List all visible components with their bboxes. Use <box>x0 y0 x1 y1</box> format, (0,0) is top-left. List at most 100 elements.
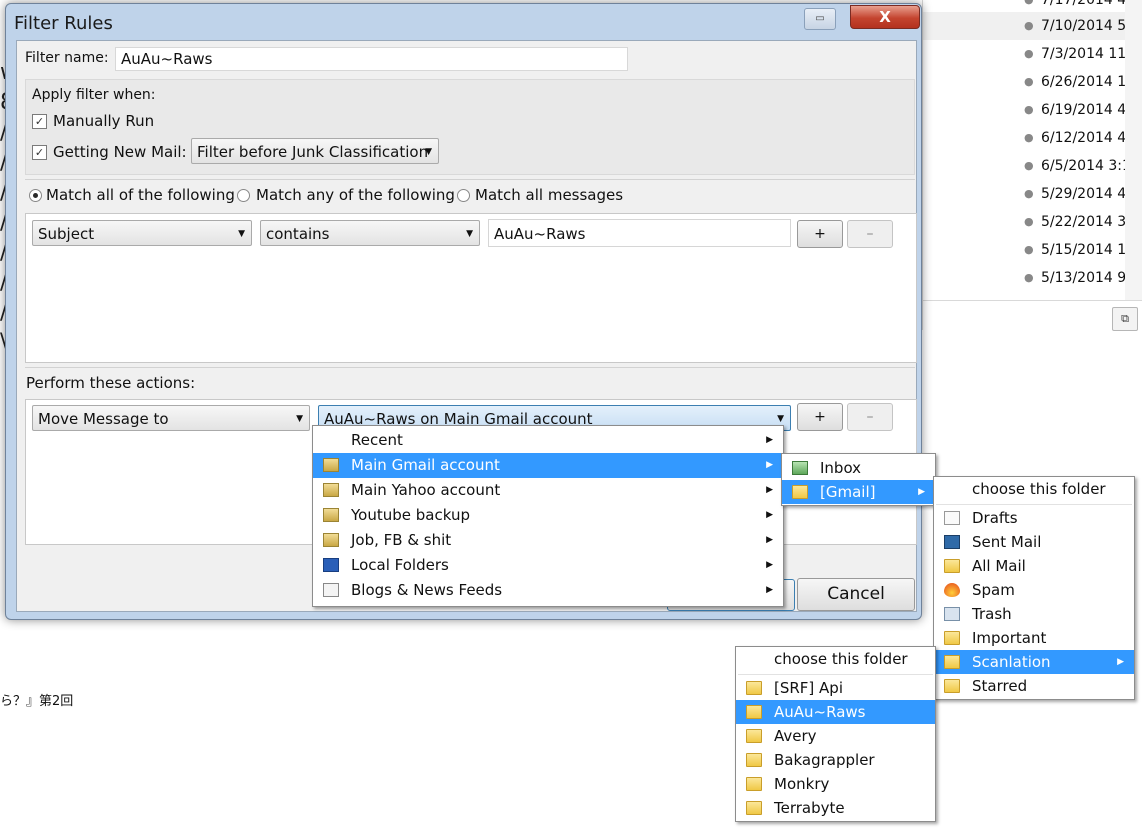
match-any-radio[interactable] <box>237 189 250 202</box>
vertical-scrollbar[interactable] <box>1125 0 1142 300</box>
cancel-button[interactable]: Cancel <box>797 578 915 611</box>
scanlation-folder-item-monkry[interactable]: Monkry <box>736 772 935 796</box>
inbox-icon <box>792 461 808 475</box>
message-row[interactable]: ● 5/22/2014 3:21 <box>923 208 1142 236</box>
accounts-menu-item-job-fb-shit[interactable]: Job, FB & shit ▶ <box>313 528 783 553</box>
chevron-down-icon: ▼ <box>296 414 303 424</box>
scanlation-folder-item-srf-api[interactable]: [SRF] Api <box>736 676 935 700</box>
message-row[interactable]: ● 6/5/2014 3:16 <box>923 152 1142 180</box>
submenu-arrow-icon: ▶ <box>766 510 773 520</box>
apply-filter-label: Apply filter when: <box>32 87 156 103</box>
divider <box>25 179 915 180</box>
menu-item-label: Sent Mail <box>972 533 1042 551</box>
rule-value-input[interactable]: AuAu~Raws <box>488 219 791 247</box>
add-rule-button[interactable]: + <box>797 220 843 248</box>
rules-list: Subject ▼ contains ▼ AuAu~Raws + – <box>25 213 917 363</box>
menu-item-label: Important <box>972 629 1047 647</box>
read-status-icon: ● <box>1024 19 1034 32</box>
accounts-menu-item-blogs-news-feeds[interactable]: Blogs & News Feeds ▶ <box>313 578 783 603</box>
gmail-menu-item-gmail[interactable]: [Gmail] ▶ <box>782 480 935 504</box>
filter-name-input[interactable]: AuAu~Raws <box>115 47 628 71</box>
menu-item-label: Blogs & News Feeds <box>351 581 503 599</box>
gmail-folder-item-trash[interactable]: Trash <box>934 602 1134 626</box>
folder-icon <box>944 559 960 573</box>
getting-new-mail-checkbox[interactable]: ✓ <box>32 145 47 160</box>
remove-action-button[interactable]: – <box>847 403 893 431</box>
popout-icon[interactable]: ⧉ <box>1112 307 1138 331</box>
read-status-icon: ● <box>1024 159 1034 172</box>
choose-this-folder-item[interactable]: choose this folder <box>736 647 935 672</box>
actions-label: Perform these actions: <box>26 374 196 392</box>
divider <box>922 300 1142 301</box>
scanlation-folder-item-auau-raws[interactable]: AuAu~Raws <box>736 700 935 724</box>
accounts-menu-item-youtube-backup[interactable]: Youtube backup ▶ <box>313 503 783 528</box>
account-icon <box>323 483 339 497</box>
apply-filter-group: Apply filter when: ✓ Manually Run ✓ Gett… <box>25 79 915 175</box>
remove-rule-button[interactable]: – <box>847 220 893 248</box>
accounts-menu-item-main-gmail-account[interactable]: Main Gmail account ▶ <box>313 453 783 478</box>
submenu-arrow-icon: ▶ <box>766 485 773 495</box>
message-row[interactable]: ● 5/15/2014 1:19 <box>923 236 1142 264</box>
accounts-menu-item-recent[interactable]: Recent ▶ <box>313 428 783 453</box>
gmail-menu-item-inbox[interactable]: Inbox <box>782 456 935 480</box>
feed-icon <box>323 583 339 597</box>
gmail-folder-item-drafts[interactable]: Drafts <box>934 506 1134 530</box>
gmail-folder-item-scanlation[interactable]: Scanlation ▶ <box>934 650 1134 674</box>
gmail-folder-item-starred[interactable]: Starred <box>934 674 1134 698</box>
message-row[interactable]: ● 6/19/2014 4:15 <box>923 96 1142 124</box>
submenu-arrow-icon: ▶ <box>766 460 773 470</box>
choose-this-folder-item[interactable]: choose this folder <box>934 477 1134 502</box>
match-all-radio[interactable] <box>29 189 42 202</box>
gmail-folders-menu: choose this folder Drafts Sent Mail All Mai… <box>933 476 1135 700</box>
folder-icon <box>746 681 762 695</box>
manually-run-checkbox[interactable]: ✓ <box>32 114 47 129</box>
scanlation-menu: choose this folder [SRF] Api AuAu~Raws Aver… <box>735 646 936 822</box>
menu-item-label: [SRF] Api <box>774 679 843 697</box>
rule-field-value: Subject <box>38 225 95 243</box>
scanlation-folder-item-avery[interactable]: Avery <box>736 724 935 748</box>
menu-item-label: Youtube backup <box>351 506 470 524</box>
menu-item-label: [Gmail] <box>820 483 876 501</box>
message-row[interactable]: ● 7/10/2014 5:38 <box>923 12 1142 40</box>
menu-item-label: Bakagrappler <box>774 751 875 769</box>
rule-field-select[interactable]: Subject ▼ <box>32 220 252 246</box>
accounts-menu-item-main-yahoo-account[interactable]: Main Yahoo account ▶ <box>313 478 783 503</box>
message-row[interactable]: ● 6/26/2014 10:4 <box>923 68 1142 96</box>
menu-item-label: Local Folders <box>351 556 449 574</box>
submenu-arrow-icon: ▶ <box>766 585 773 595</box>
rule-operator-value: contains <box>266 225 330 243</box>
window-title: Filter Rules <box>14 13 113 34</box>
gmail-folder-item-spam[interactable]: Spam <box>934 578 1134 602</box>
match-all-messages-label: Match all messages <box>475 186 624 204</box>
match-all-messages-radio[interactable] <box>457 189 470 202</box>
read-status-icon: ● <box>1024 103 1034 116</box>
trash-icon <box>944 607 960 621</box>
junk-timing-select[interactable]: Filter before Junk Classification ▼ <box>191 138 439 164</box>
restore-window-button[interactable]: ▭ <box>804 8 836 30</box>
message-row[interactable]: ● 7/3/2014 11:13 <box>923 40 1142 68</box>
background-text-fragment: ら？』第2回 <box>0 694 74 709</box>
menu-separator <box>936 504 1132 505</box>
menu-item-label: Main Gmail account <box>351 456 500 474</box>
read-status-icon: ● <box>1024 187 1034 200</box>
message-row[interactable]: ● 5/13/2014 9:49 <box>923 264 1142 292</box>
gmail-folder-item-important[interactable]: Important <box>934 626 1134 650</box>
accounts-menu-item-local-folders[interactable]: Local Folders ▶ <box>313 553 783 578</box>
getting-new-mail-label: Getting New Mail: <box>53 143 187 161</box>
message-list-panel: ●7/17/2014 4:1 ●7/10/2014 5:38●7/3/2014 … <box>922 0 1142 330</box>
menu-item-label: Spam <box>972 581 1015 599</box>
scanlation-folder-item-bakagrappler[interactable]: Bakagrappler <box>736 748 935 772</box>
read-status-icon: ● <box>1024 271 1034 284</box>
close-button[interactable]: X <box>850 5 920 29</box>
gmail-folder-item-sent-mail[interactable]: Sent Mail <box>934 530 1134 554</box>
add-action-button[interactable]: + <box>797 403 843 431</box>
gmail-folder-item-all-mail[interactable]: All Mail <box>934 554 1134 578</box>
scanlation-folder-item-terrabyte[interactable]: Terrabyte <box>736 796 935 820</box>
message-row[interactable]: ● 6/12/2014 4:17 <box>923 124 1142 152</box>
divider <box>25 367 915 368</box>
rule-operator-select[interactable]: contains ▼ <box>260 220 480 246</box>
message-row[interactable]: ● 5/29/2014 4:10 <box>923 180 1142 208</box>
submenu-arrow-icon: ▶ <box>766 435 773 445</box>
action-type-select[interactable]: Move Message to ▼ <box>32 405 310 431</box>
folder-icon <box>944 631 960 645</box>
